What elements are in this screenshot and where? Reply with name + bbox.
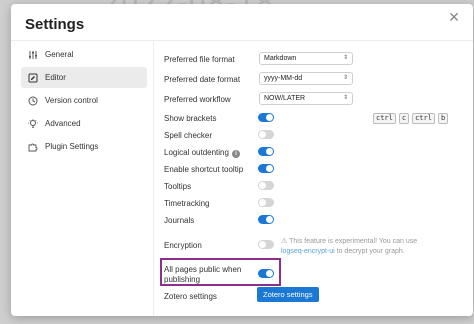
sidebar-item-label: General xyxy=(45,50,74,59)
sidebar-item-label: Version control xyxy=(45,96,98,105)
kbd-key: ctrl xyxy=(373,113,396,124)
kbd-key: b xyxy=(437,113,449,124)
shortcut-tooltip-toggle[interactable] xyxy=(258,164,274,173)
settings-dialog: Settings ✕ General Editor Version contro… xyxy=(11,4,473,316)
timetracking-label: Timetracking xyxy=(164,199,210,208)
journals-toggle[interactable] xyxy=(258,215,274,224)
spell-checker-toggle[interactable] xyxy=(258,130,274,139)
date-format-value: yyyy-MM-dd xyxy=(264,75,303,82)
close-icon[interactable]: ✕ xyxy=(447,10,461,24)
sidebar-item-label: Plugin Settings xyxy=(45,142,99,151)
show-brackets-shortcut: ctrl c ctrl b xyxy=(373,113,451,124)
puzzle-icon xyxy=(27,141,39,153)
chevron-updown-icon: ⇕ xyxy=(342,95,348,101)
encryption-warning: ⚠ This feature is experimental! You can … xyxy=(281,237,466,257)
editor-settings-panel: Preferred file format Markdown ⇕ Preferr… xyxy=(153,44,473,316)
file-format-select[interactable]: Markdown ⇕ xyxy=(259,52,353,65)
tooltips-label: Tooltips xyxy=(164,182,192,191)
file-format-label: Preferred file format xyxy=(164,55,235,64)
tooltips-toggle[interactable] xyxy=(258,181,274,190)
sidebar-item-plugin-settings[interactable]: Plugin Settings xyxy=(21,136,147,157)
sidebar-item-label: Editor xyxy=(45,73,66,82)
workflow-select[interactable]: NOW/LATER ⇕ xyxy=(259,92,353,105)
encryption-label: Encryption xyxy=(164,241,202,250)
encryption-toggle[interactable] xyxy=(258,240,274,249)
encryption-warning-suffix: to decrypt your graph. xyxy=(334,248,405,255)
sidebar-item-label: Advanced xyxy=(45,119,81,128)
timetracking-toggle[interactable] xyxy=(258,198,274,207)
logical-outdenting-toggle[interactable] xyxy=(258,147,274,156)
journals-label: Journals xyxy=(164,216,195,225)
header-divider xyxy=(11,40,473,41)
kbd-key: ctrl xyxy=(412,113,435,124)
info-icon[interactable]: i xyxy=(231,150,240,158)
workflow-label: Preferred workflow xyxy=(164,95,231,104)
chevron-updown-icon: ⇕ xyxy=(342,55,348,61)
file-format-value: Markdown xyxy=(264,55,297,62)
settings-sidebar: General Editor Version control Advanced … xyxy=(21,44,147,159)
zotero-settings-button[interactable]: Zotero settings xyxy=(257,287,319,302)
workflow-value: NOW/LATER xyxy=(264,95,306,102)
history-icon xyxy=(27,95,39,107)
zotero-label: Zotero settings xyxy=(164,292,217,301)
sidebar-item-general[interactable]: General xyxy=(21,44,147,65)
sidebar-item-advanced[interactable]: Advanced xyxy=(21,113,147,134)
editor-icon xyxy=(27,72,39,84)
shortcut-tooltip-label: Enable shortcut tooltip xyxy=(164,165,244,174)
highlight-box xyxy=(160,258,281,286)
sidebar-item-editor[interactable]: Editor xyxy=(21,67,147,88)
bulb-icon xyxy=(27,118,39,130)
date-format-select[interactable]: yyyy-MM-dd ⇕ xyxy=(259,72,353,85)
kbd-key: c xyxy=(398,113,410,124)
encrypt-ui-link[interactable]: logseq-encrypt-ui xyxy=(281,248,335,255)
logical-outdenting-label: Logical outdenting i xyxy=(164,148,240,158)
sidebar-item-version-control[interactable]: Version control xyxy=(21,90,147,111)
show-brackets-label: Show brackets xyxy=(164,114,217,123)
spell-checker-label: Spell checker xyxy=(164,131,213,140)
date-format-label: Preferred date format xyxy=(164,75,241,84)
logical-outdenting-text: Logical outdenting xyxy=(164,148,229,157)
chevron-updown-icon: ⇕ xyxy=(342,75,348,81)
encryption-warning-text: ⚠ This feature is experimental! You can … xyxy=(281,238,418,245)
sliders-icon xyxy=(27,49,39,61)
dialog-title: Settings xyxy=(25,16,85,33)
show-brackets-toggle[interactable] xyxy=(258,113,274,122)
